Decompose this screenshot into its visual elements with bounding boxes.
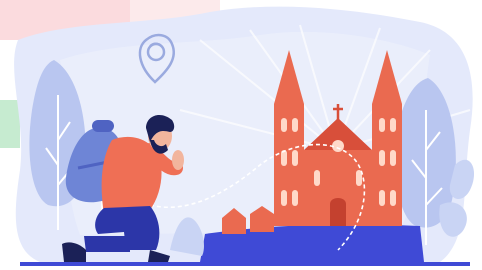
green-corner-shape	[0, 100, 20, 148]
illustration	[0, 0, 482, 270]
illustration-canvas	[0, 0, 475, 266]
backpack-roll	[92, 120, 114, 132]
praying-hands	[172, 150, 184, 170]
ground-base	[20, 262, 470, 266]
church-door	[330, 198, 346, 226]
